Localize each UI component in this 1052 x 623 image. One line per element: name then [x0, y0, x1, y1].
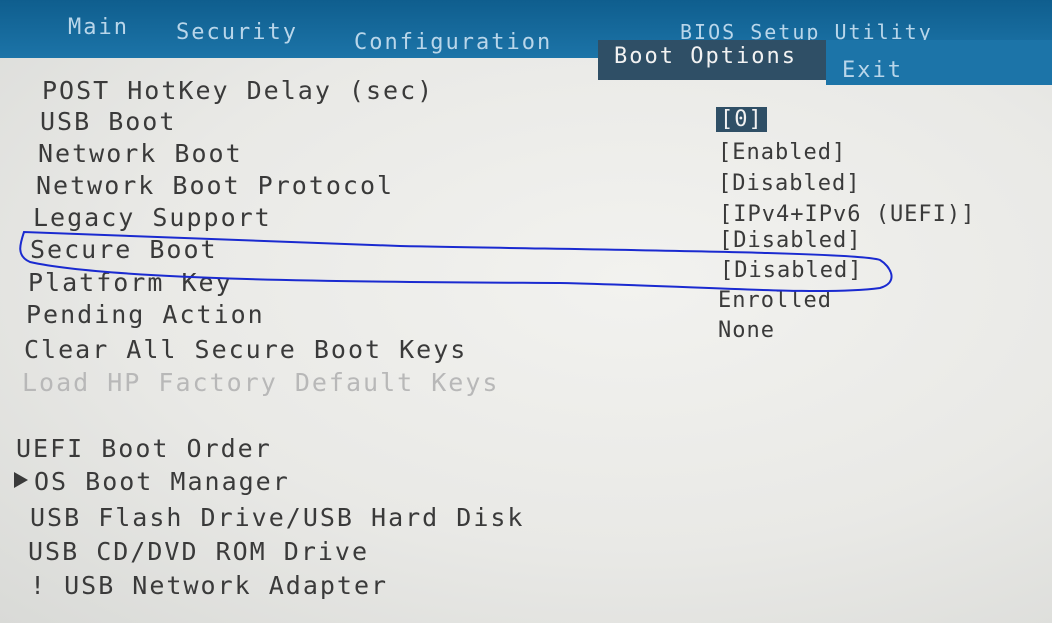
usb-boot-value[interactable]: [Enabled] — [718, 140, 846, 165]
platform-key-value: Enrolled — [718, 288, 832, 313]
network-boot-protocol-value[interactable]: [IPv4+IPv6 (UEFI)] — [719, 202, 975, 227]
legacy-support-value[interactable]: [Disabled] — [719, 228, 861, 253]
tab-main[interactable]: Main — [68, 15, 129, 40]
pending-action-value: None — [718, 318, 775, 343]
post-hotkey-delay-label[interactable]: POST HotKey Delay (sec) — [42, 76, 434, 105]
network-boot-protocol-label[interactable]: Network Boot Protocol — [36, 171, 394, 200]
boot-order-item-usb-cd-dvd[interactable]: USB CD/DVD ROM Drive — [28, 537, 369, 566]
legacy-support-label[interactable]: Legacy Support — [33, 203, 272, 232]
usb-boot-label[interactable]: USB Boot — [40, 107, 176, 136]
tab-security[interactable]: Security — [176, 20, 298, 45]
clear-all-secure-boot-keys-label[interactable]: Clear All Secure Boot Keys — [24, 335, 467, 364]
network-boot-label[interactable]: Network Boot — [38, 139, 243, 168]
tab-boot-options[interactable]: Boot Options — [598, 40, 826, 80]
tab-exit[interactable]: Exit — [842, 58, 903, 83]
secure-boot-label[interactable]: Secure Boot — [30, 235, 218, 264]
boot-order-item-usb-network-adapter[interactable]: ! USB Network Adapter — [30, 571, 388, 600]
boot-order-item-usb-flash-drive[interactable]: USB Flash Drive/USB Hard Disk — [30, 503, 525, 532]
post-hotkey-delay-value[interactable]: [0] — [716, 107, 767, 132]
secure-boot-value[interactable]: [Disabled] — [720, 258, 862, 283]
tab-configuration[interactable]: Configuration — [354, 30, 552, 55]
platform-key-label: Platform Key — [28, 268, 233, 297]
load-hp-factory-default-keys-label: Load HP Factory Default Keys — [22, 368, 500, 397]
pending-action-label: Pending Action — [26, 300, 265, 329]
boot-order-item-os-boot-manager[interactable]: OS Boot Manager — [34, 467, 290, 496]
selection-arrow-icon — [14, 472, 28, 488]
uefi-boot-order-heading: UEFI Boot Order — [16, 434, 272, 463]
network-boot-value[interactable]: [Disabled] — [718, 171, 860, 196]
